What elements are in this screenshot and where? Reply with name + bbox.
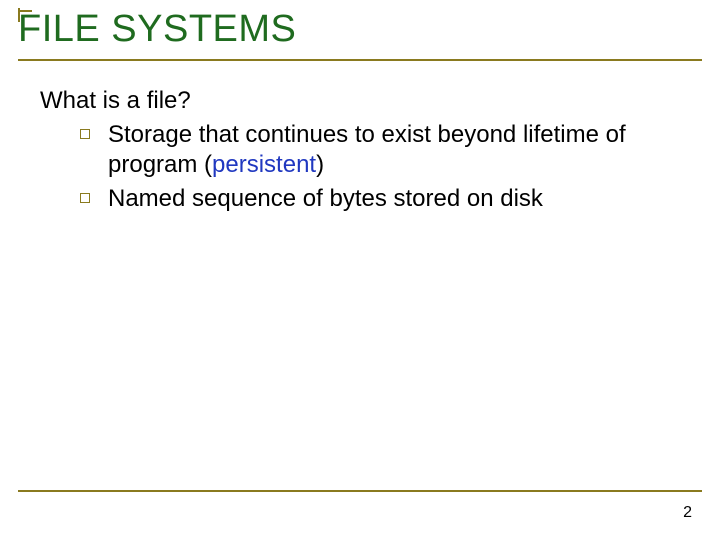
bullet-keyword: persistent (212, 151, 316, 178)
slide: FILE SYSTEMS What is a file? Storage tha… (0, 0, 720, 540)
lead-question: What is a file? (40, 86, 680, 116)
content: What is a file? Storage that continues t… (40, 86, 680, 218)
bullet-text-pre: Storage that continues to exist beyond l… (108, 121, 626, 178)
square-bullet-icon (80, 193, 90, 203)
page-number: 2 (683, 504, 692, 522)
title-rule-top (18, 10, 32, 12)
title-block: FILE SYSTEMS (18, 8, 702, 61)
bullet-text-post: ) (316, 151, 324, 178)
title-rule-bottom (18, 59, 702, 61)
bullet-list: Storage that continues to exist beyond l… (40, 120, 680, 214)
square-bullet-icon (80, 129, 90, 139)
list-item: Named sequence of bytes stored on disk (80, 184, 680, 214)
bullet-text-pre: Named sequence of bytes stored on disk (108, 185, 543, 212)
slide-title: FILE SYSTEMS (18, 8, 702, 57)
footer-rule (18, 490, 702, 492)
list-item: Storage that continues to exist beyond l… (80, 120, 680, 180)
